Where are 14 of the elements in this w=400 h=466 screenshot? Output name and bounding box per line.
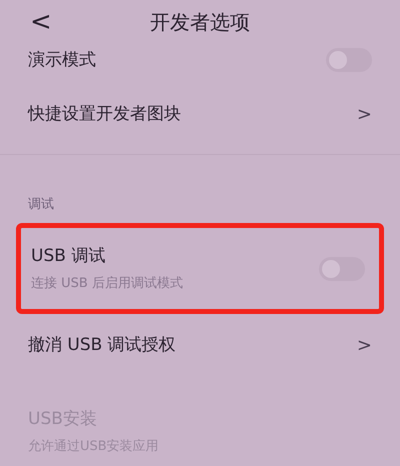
back-button[interactable]: < <box>30 8 52 35</box>
settings-row[interactable]: 演示模式 <box>0 38 400 83</box>
setting-title: USB 调试 <box>31 245 106 268</box>
settings-row[interactable]: 撤消 USB 调试授权 > <box>0 314 400 377</box>
setting-description: 连接 USB 后启用调试模式 <box>31 274 183 292</box>
settings-row[interactable]: 快捷设置开发者图块 > <box>0 83 400 146</box>
page-title: 开发者选项 <box>150 8 250 36</box>
section-header: 调试 <box>28 197 54 212</box>
setting-title: 演示模式 <box>28 48 96 72</box>
setting-title: 撤消 USB 调试授权 <box>28 334 176 357</box>
highlight-frame[interactable]: USB 调试 连接 USB 后启用调试模式 <box>16 223 384 314</box>
setting-title: 快捷设置开发者图块 <box>28 102 181 126</box>
chevron[interactable]: > <box>356 101 372 128</box>
chevron[interactable]: > <box>356 332 372 359</box>
